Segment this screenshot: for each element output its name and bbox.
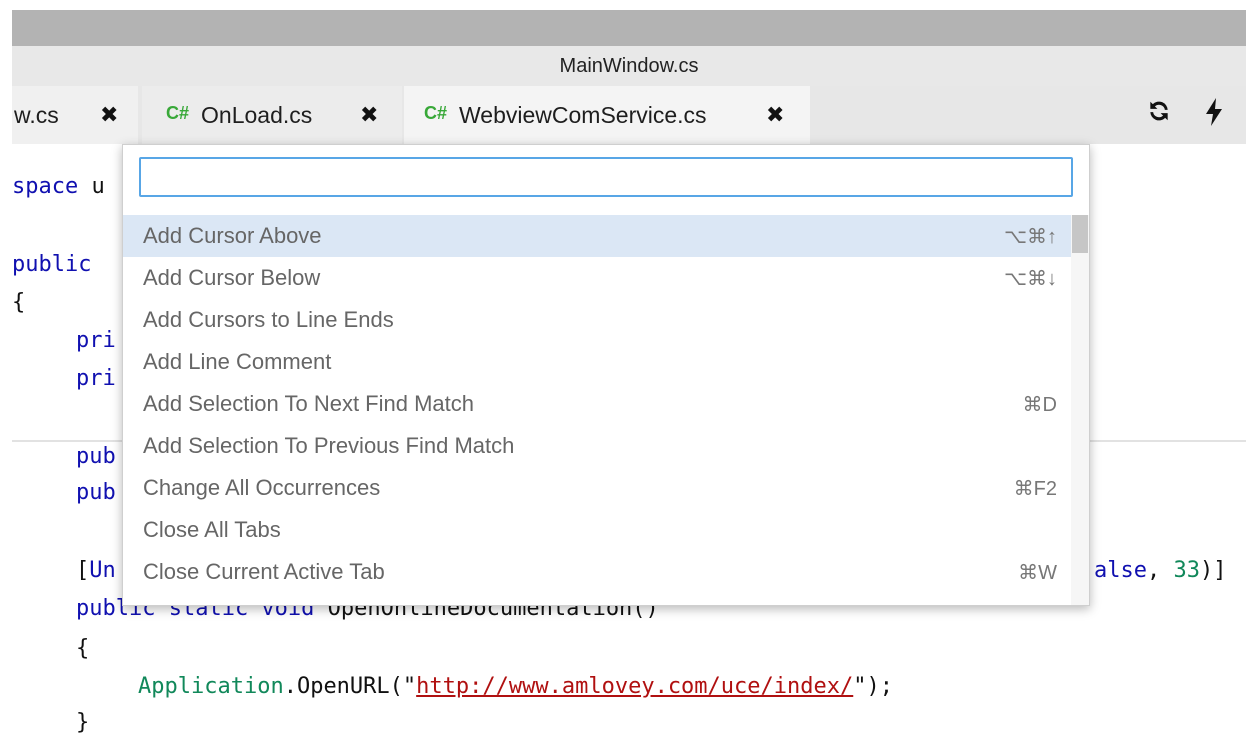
shortcut-label: ⌘F2 [1013, 477, 1057, 500]
refresh-icon[interactable] [1146, 98, 1172, 131]
palette-scrollbar[interactable] [1071, 215, 1089, 605]
close-icon[interactable]: ✖ [360, 102, 378, 128]
code-line: Application.OpenURL("http://www.amlovey.… [138, 674, 893, 699]
tab-label: OnLoad.cs [201, 101, 313, 128]
command-list: Add Cursor Above ⌥⌘↑ Add Cursor Below ⌥⌘↓ … [123, 215, 1071, 593]
command-item[interactable]: Close Current Active Tab ⌘W [123, 551, 1071, 593]
code-line: pub [76, 444, 116, 469]
command-item[interactable]: Add Cursors to Line Ends [123, 299, 1071, 341]
shortcut-label: ⌘D [1022, 393, 1057, 416]
code-line: space u [12, 174, 105, 199]
code-line: pri [76, 328, 116, 353]
code-line: { [76, 636, 90, 661]
command-search-input[interactable] [139, 157, 1073, 197]
window-top-bar [12, 10, 1246, 46]
code-line: [Un [76, 558, 116, 583]
code-line: alse, 33)] [1094, 558, 1227, 583]
command-item[interactable]: Change All Occurrences ⌘F2 [123, 467, 1071, 509]
command-item[interactable]: Close All Tabs [123, 509, 1071, 551]
tab-mainwindow[interactable]: w.cs ✖ [12, 86, 138, 144]
tab-webviewcomservice[interactable]: C# WebviewComService.cs ✖ [404, 86, 810, 144]
command-item[interactable]: Add Cursor Below ⌥⌘↓ [123, 257, 1071, 299]
tab-onload[interactable]: C# OnLoad.cs ✖ [142, 86, 402, 144]
scroll-thumb[interactable] [1072, 215, 1088, 253]
command-item[interactable]: Add Line Comment [123, 341, 1071, 383]
code-line: pri [76, 366, 116, 391]
command-item[interactable]: Add Selection To Previous Find Match [123, 425, 1071, 467]
code-line: pub [76, 480, 116, 505]
csharp-file-icon: C# [424, 102, 448, 123]
command-item[interactable]: Add Cursor Above ⌥⌘↑ [123, 215, 1071, 257]
shortcut-label: ⌘W [1018, 561, 1057, 584]
command-palette: Add Cursor Above ⌥⌘↑ Add Cursor Below ⌥⌘↓ … [122, 144, 1090, 606]
tab-label: WebviewComService.cs [459, 101, 707, 128]
window-title: MainWindow.cs [12, 46, 1246, 86]
window-left-edge [0, 0, 12, 733]
shortcut-label: ⌥⌘↓ [1003, 267, 1057, 290]
shortcut-label: ⌥⌘↑ [1003, 225, 1057, 248]
command-item[interactable]: Add Selection To Next Find Match ⌘D [123, 383, 1071, 425]
code-line: public [12, 252, 92, 277]
csharp-file-icon: C# [166, 102, 190, 123]
close-icon[interactable]: ✖ [100, 102, 118, 128]
tab-bar: w.cs ✖ C# OnLoad.cs ✖ C# WebviewComServi… [12, 86, 1246, 144]
code-line: { [12, 290, 26, 315]
code-line: } [76, 710, 90, 735]
close-icon[interactable]: ✖ [766, 102, 784, 128]
lightning-bolt-icon[interactable] [1204, 98, 1224, 133]
tab-label: w.cs [14, 101, 59, 128]
